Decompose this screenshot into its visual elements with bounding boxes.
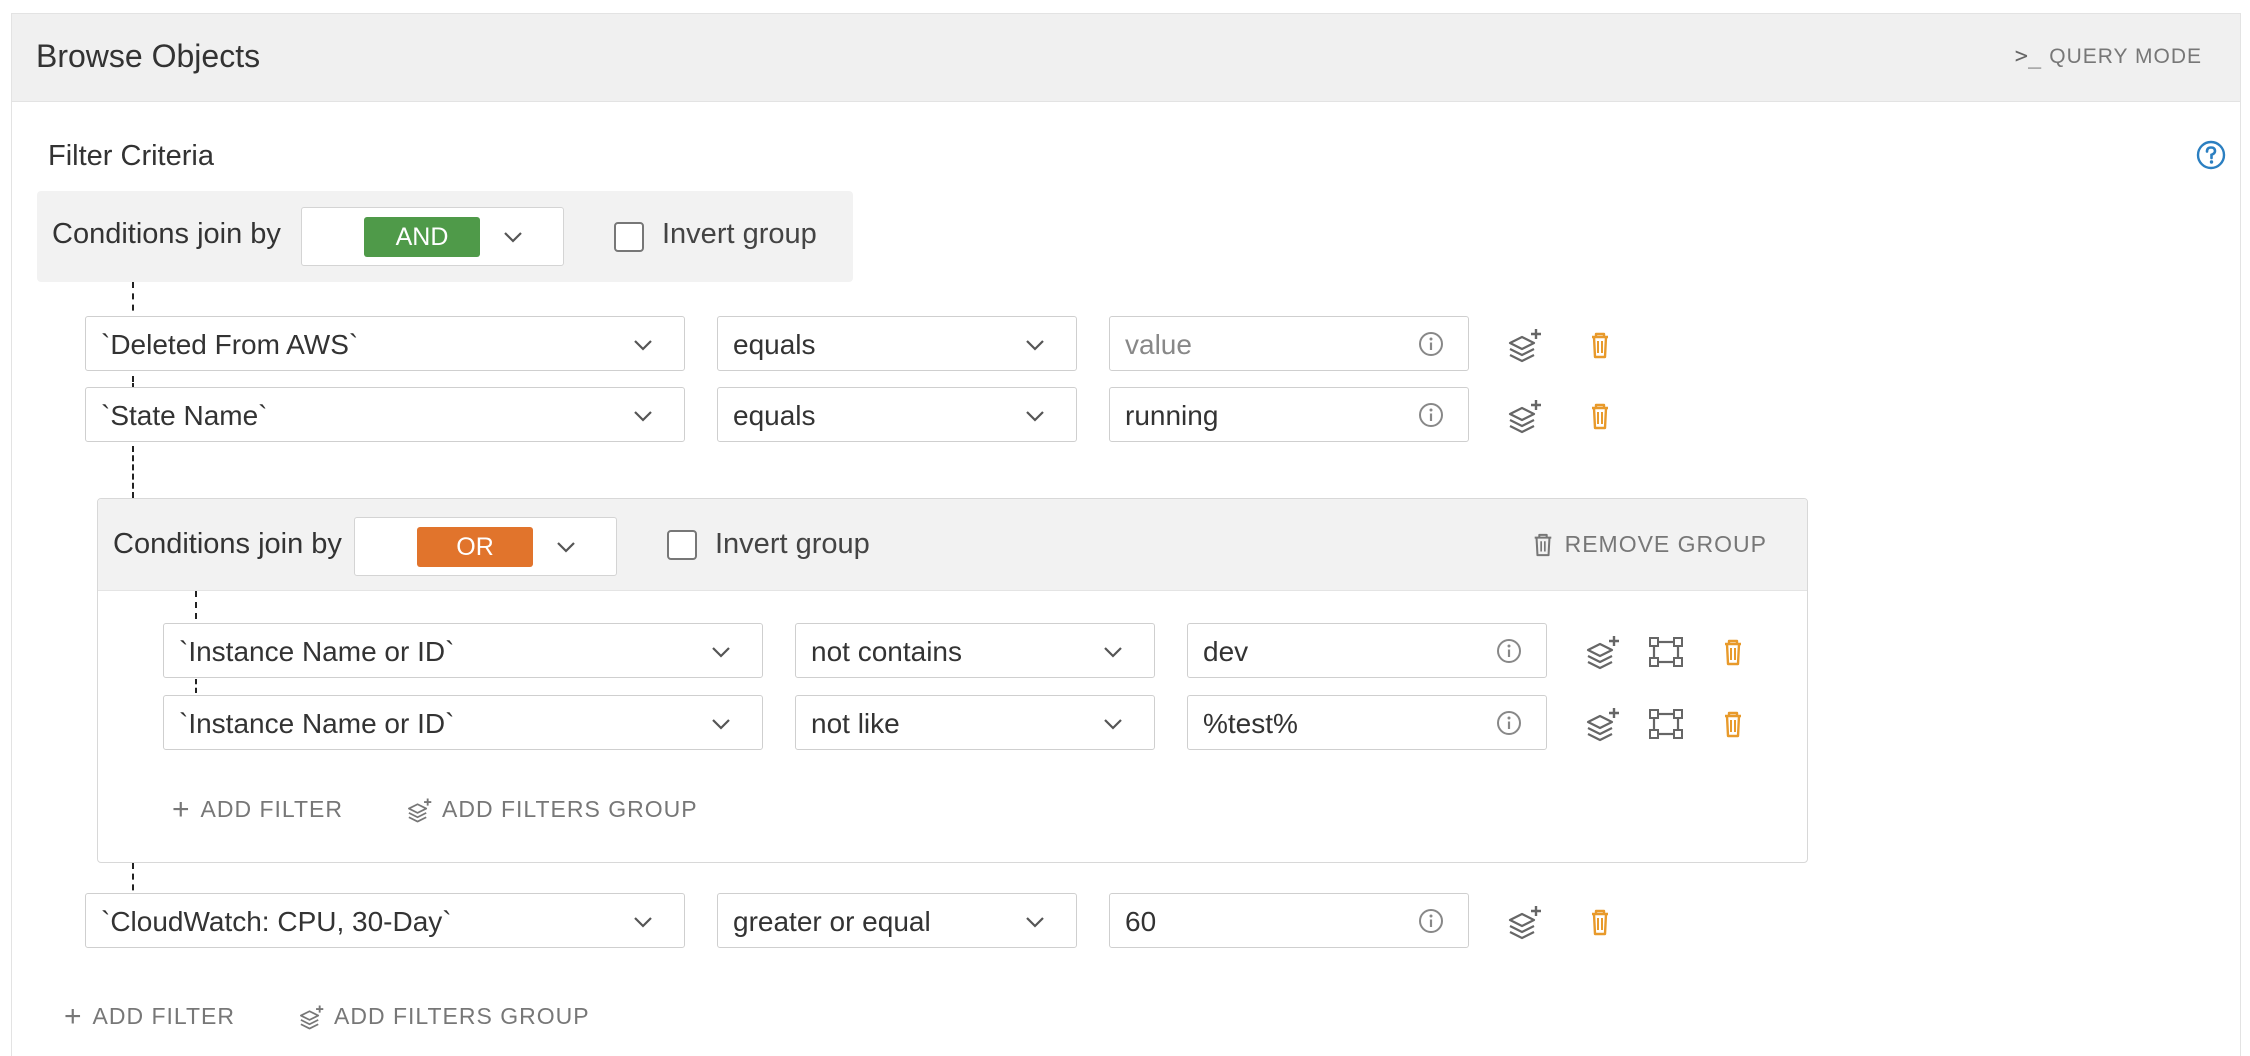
- trash-icon[interactable]: [1715, 706, 1751, 742]
- tree-connector: [132, 446, 134, 498]
- plus-icon: +: [172, 792, 191, 826]
- add-layer-icon[interactable]: [1506, 398, 1542, 434]
- add-filter-button[interactable]: + ADD FILTER: [172, 792, 344, 826]
- field-select[interactable]: `Instance Name or ID`: [163, 623, 763, 678]
- info-icon[interactable]: [1496, 710, 1522, 736]
- chevron-down-icon: [1026, 917, 1044, 928]
- field-select[interactable]: `CloudWatch: CPU, 30-Day`: [85, 893, 685, 948]
- chevron-down-icon: [634, 340, 652, 351]
- join-operator-select[interactable]: AND: [301, 207, 564, 266]
- join-or-badge: OR: [417, 527, 533, 567]
- join-and-badge: AND: [364, 217, 480, 257]
- add-layer-icon[interactable]: [1584, 706, 1620, 742]
- plus-icon: +: [64, 999, 83, 1033]
- chevron-down-icon: [712, 719, 730, 730]
- value-input[interactable]: %test%: [1187, 695, 1547, 750]
- query-mode-label: QUERY MODE: [2049, 44, 2202, 68]
- add-filters-group-label: ADD FILTERS GROUP: [442, 796, 698, 822]
- invert-group-label: Invert group: [715, 528, 870, 560]
- convert-to-group-icon[interactable]: [1648, 706, 1684, 742]
- panel-header: Browse Objects >_ QUERY MODE: [12, 14, 2240, 102]
- invert-group-label: Invert group: [662, 218, 817, 250]
- invert-group-checkbox[interactable]: [614, 222, 644, 252]
- field-select[interactable]: `State Name`: [85, 387, 685, 442]
- trash-icon[interactable]: [1582, 904, 1618, 940]
- tree-connector: [195, 591, 197, 619]
- add-layer-icon[interactable]: [1584, 634, 1620, 670]
- add-layer-icon[interactable]: [1506, 904, 1542, 940]
- add-filter-button[interactable]: + ADD FILTER: [64, 999, 236, 1033]
- add-filters-group-label: ADD FILTERS GROUP: [334, 1003, 590, 1029]
- add-layer-icon[interactable]: [1506, 327, 1542, 363]
- chevron-down-icon: [712, 647, 730, 658]
- value-input[interactable]: value: [1109, 316, 1469, 371]
- operator-select[interactable]: equals: [717, 387, 1077, 442]
- operator-select[interactable]: equals: [717, 316, 1077, 371]
- page-title: Browse Objects: [36, 38, 261, 74]
- operator-select[interactable]: not contains: [795, 623, 1155, 678]
- chevron-down-icon: [634, 411, 652, 422]
- value-input[interactable]: 60: [1109, 893, 1469, 948]
- add-filters-group-button[interactable]: ADD FILTERS GROUP: [406, 796, 698, 823]
- add-layer-icon: [408, 797, 432, 822]
- sub-filter-group: Conditions join by OR Invert group REMOV…: [97, 498, 1808, 863]
- query-mode-button[interactable]: >_ QUERY MODE: [2015, 44, 2202, 69]
- chevron-down-icon: [1104, 647, 1122, 658]
- info-icon[interactable]: [1418, 908, 1444, 934]
- trash-icon[interactable]: [1582, 327, 1618, 363]
- operator-select[interactable]: greater or equal: [717, 893, 1077, 948]
- convert-to-group-icon[interactable]: [1648, 634, 1684, 670]
- remove-group-label: REMOVE GROUP: [1564, 531, 1767, 557]
- help-circle-icon[interactable]: [2196, 140, 2226, 170]
- field-select[interactable]: `Deleted From AWS`: [85, 316, 685, 371]
- add-layer-icon: [300, 1004, 324, 1029]
- join-operator-select[interactable]: OR: [354, 517, 617, 576]
- info-icon[interactable]: [1418, 402, 1444, 428]
- add-filter-label: ADD FILTER: [92, 1003, 236, 1029]
- field-select[interactable]: `Instance Name or ID`: [163, 695, 763, 750]
- conditions-join-label: Conditions join by: [52, 218, 281, 250]
- terminal-icon: >_: [2014, 44, 2042, 69]
- conditions-join-label: Conditions join by: [113, 528, 342, 560]
- trash-icon: [1534, 533, 1551, 556]
- filter-criteria-title: Filter Criteria: [48, 140, 214, 172]
- add-filter-label: ADD FILTER: [200, 796, 344, 822]
- chevron-down-icon: [1026, 340, 1044, 351]
- info-icon[interactable]: [1496, 638, 1522, 664]
- add-filters-group-button[interactable]: ADD FILTERS GROUP: [298, 1003, 590, 1030]
- chevron-down-icon: [557, 542, 575, 553]
- chevron-down-icon: [1026, 411, 1044, 422]
- value-input[interactable]: dev: [1187, 623, 1547, 678]
- info-icon[interactable]: [1418, 331, 1444, 357]
- root-group-header: Conditions join by AND Invert group: [37, 191, 853, 282]
- chevron-down-icon: [504, 232, 522, 243]
- remove-group-button[interactable]: REMOVE GROUP: [1531, 531, 1767, 558]
- tree-connector: [195, 679, 197, 693]
- trash-icon[interactable]: [1582, 398, 1618, 434]
- operator-select[interactable]: not like: [795, 695, 1155, 750]
- value-input[interactable]: running: [1109, 387, 1469, 442]
- chevron-down-icon: [1104, 719, 1122, 730]
- invert-group-checkbox[interactable]: [667, 530, 697, 560]
- trash-icon[interactable]: [1715, 634, 1751, 670]
- chevron-down-icon: [634, 917, 652, 928]
- sub-group-header: Conditions join by OR Invert group REMOV…: [98, 499, 1807, 591]
- browse-objects-panel: Browse Objects >_ QUERY MODE Filter Crit…: [11, 13, 2241, 1056]
